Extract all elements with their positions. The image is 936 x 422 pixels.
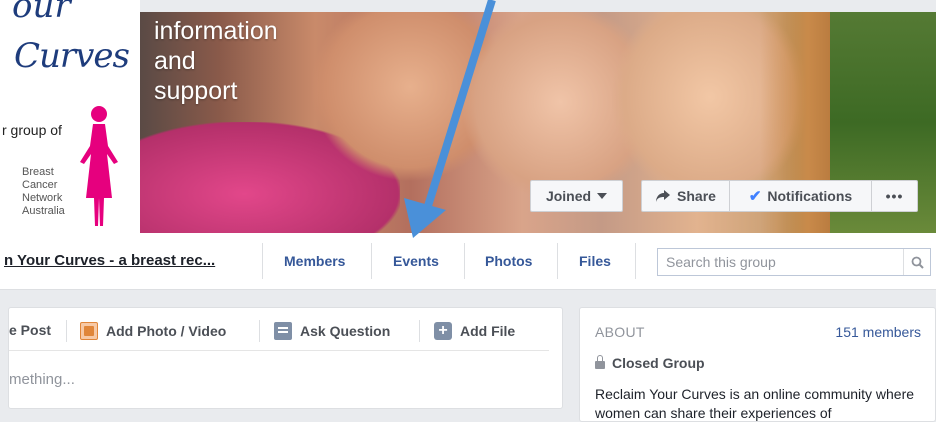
cover-caption-line: information [154,17,278,45]
composer-divider [419,320,420,342]
photo-icon [80,322,98,340]
bcna-text: Breast Cancer Network Australia [22,166,65,218]
tab-files[interactable]: Files [579,253,611,269]
lock-icon [595,355,605,369]
cover-caption: information and support [154,16,278,106]
about-heading: ABOUT [595,324,645,340]
more-dots-icon: ••• [885,188,904,204]
post-composer: e Post Add Photo / Video Ask Question + … [8,307,563,409]
notifications-button[interactable]: ✔ Notifications [730,180,872,212]
logo-top-text: our [12,0,71,26]
add-file-icon: + [434,322,452,340]
share-label: Share [677,188,716,204]
group-description: Reclaim Your Curves is an online communi… [595,386,915,421]
nav-divider [557,243,558,279]
add-file-label: Add File [460,323,516,339]
bcna-line: Australia [22,205,65,217]
question-list-icon [274,322,292,340]
bcna-line: Network [22,192,63,204]
nav-divider [635,243,636,279]
cover-caption-line: and [154,47,196,75]
tab-photos[interactable]: Photos [485,253,532,269]
tab-members[interactable]: Members [284,253,345,269]
write-post-tab[interactable]: e Post [9,322,51,338]
members-count-link[interactable]: 151 members [835,324,921,340]
joined-label: Joined [545,188,592,204]
check-icon: ✔ [748,188,762,205]
share-button[interactable]: Share [641,180,730,212]
ask-question-label: Ask Question [300,323,391,339]
more-options-button[interactable]: ••• [872,180,918,212]
share-arrow-icon [656,190,671,202]
about-panel: ABOUT 151 members Closed Group Reclaim Y… [579,307,936,422]
composer-divider [259,320,260,342]
logo-curves-text: Curves [14,36,130,76]
add-file-tab[interactable]: + Add File [434,322,515,340]
notifications-label: Notifications [767,188,853,204]
facebook-group-page: our Curves r group of Breast Cancer Netw… [0,0,936,422]
bcna-line: Breast [22,166,54,178]
logo-group-line: r group of [2,122,62,138]
composer-divider-line [9,350,549,351]
search-button[interactable] [903,249,930,275]
add-photo-label: Add Photo / Video [106,323,227,339]
dropdown-arrow-icon [597,193,608,199]
bcna-line: Cancer [22,179,58,191]
add-photo-video-tab[interactable]: Add Photo / Video [80,322,226,340]
nav-divider [371,243,372,279]
nav-divider [262,243,263,279]
ask-question-tab[interactable]: Ask Question [274,322,390,340]
group-nav-bar: n Your Curves - a breast rec... Members … [0,233,936,290]
composer-divider [66,320,67,342]
composer-text-input[interactable]: mething... [9,371,75,388]
group-privacy: Closed Group [595,355,705,371]
group-search-box [657,248,931,276]
cover-caption-line: support [154,77,238,105]
group-logo-panel: our Curves r group of Breast Cancer Netw… [0,0,140,233]
nav-divider [464,243,465,279]
write-post-label: e Post [9,322,52,338]
tab-events[interactable]: Events [393,253,439,269]
group-name-link[interactable]: n Your Curves - a breast rec... [4,252,215,269]
joined-button[interactable]: Joined [530,180,623,212]
search-icon [911,256,924,269]
pink-lady-logo-icon [80,106,118,226]
group-search-input[interactable] [658,249,903,275]
privacy-label: Closed Group [612,355,705,371]
